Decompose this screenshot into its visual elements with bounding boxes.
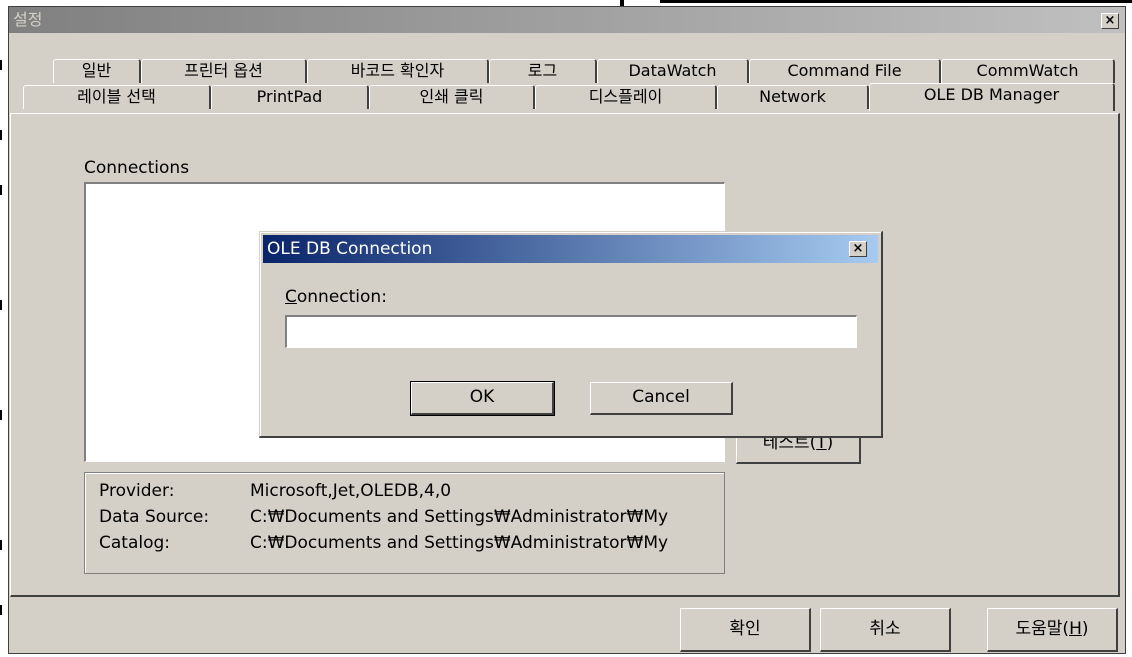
tab-label: Command File [787, 61, 902, 80]
tab-general[interactable]: 일반 [53, 59, 141, 83]
tab-label-select[interactable]: 레이블 선택 [23, 85, 211, 109]
tab-label: 디스플레이 [588, 87, 663, 106]
tab-label: 프린터 옵션 [184, 61, 263, 80]
tab-label: 인쇄 클릭 [419, 87, 484, 106]
label-text: onnection: [296, 287, 387, 307]
button-label-suffix: ) [1081, 619, 1089, 639]
provider-value: Microsoft,Jet,OLEDB,4,0 [250, 481, 452, 501]
connection-field-label: Connection: [285, 287, 387, 307]
edge-mark [0, 185, 2, 195]
connections-label: Connections [84, 158, 190, 178]
tab-print-click[interactable]: 인쇄 클릭 [369, 85, 535, 109]
connection-input[interactable] [285, 315, 857, 348]
provider-key: Provider: [99, 481, 175, 501]
tab-log[interactable]: 로그 [489, 59, 597, 83]
button-label: 확인 [729, 619, 761, 639]
tab-label: DataWatch [628, 61, 717, 80]
tab-label: 바코드 확인자 [350, 61, 445, 80]
tab-label: OLE DB Manager [923, 85, 1060, 104]
dialog-title-bar: OLE DB Connection [263, 235, 878, 263]
top-edge-line [660, 0, 1132, 3]
tab-printpad[interactable]: PrintPad [211, 85, 369, 109]
edge-mark [0, 410, 2, 420]
connection-info-box: Provider: Microsoft,Jet,OLEDB,4,0 Data S… [84, 472, 725, 574]
tab-label: PrintPad [256, 87, 323, 106]
help-button[interactable]: 도움말(H) [987, 608, 1118, 652]
mnemonic: H [1069, 619, 1082, 639]
edge-mark [0, 300, 2, 310]
mnemonic: C [285, 287, 297, 307]
ok-button[interactable]: 확인 [680, 608, 811, 652]
tab-commwatch[interactable]: CommWatch [941, 59, 1115, 83]
edge-mark [0, 130, 2, 140]
tab-display[interactable]: 디스플레이 [535, 85, 717, 109]
tab-network[interactable]: Network [717, 85, 869, 109]
cancel-button[interactable]: 취소 [820, 608, 951, 652]
tab-ole-db-manager[interactable]: OLE DB Manager [869, 83, 1115, 111]
dialog-title: OLE DB Connection [267, 239, 433, 259]
close-icon: × [1104, 13, 1116, 28]
tab-printer-options[interactable]: 프린터 옵션 [141, 59, 307, 83]
tab-barcode-verifier[interactable]: 바코드 확인자 [307, 59, 489, 83]
tab-command-file[interactable]: Command File [749, 59, 941, 83]
title-bar: 설정 [9, 7, 1125, 33]
button-label: Cancel [632, 387, 690, 407]
dialog-close-button[interactable]: × [849, 241, 867, 257]
button-label: OK [469, 387, 495, 407]
tab-label: Network [759, 87, 826, 106]
tab-label: 일반 [81, 61, 112, 80]
window-title: 설정 [13, 10, 43, 29]
ole-db-connection-dialog: OLE DB Connection × Connection: OK Cance… [259, 231, 883, 438]
close-icon: × [852, 241, 864, 256]
button-label: 취소 [869, 619, 901, 639]
edge-mark [0, 60, 2, 70]
tab-label: 레이블 선택 [77, 87, 156, 106]
edge-mark [0, 540, 2, 550]
data-source-key: Data Source: [99, 507, 210, 527]
window-close-button[interactable]: × [1101, 13, 1119, 29]
dialog-ok-button[interactable]: OK [410, 381, 555, 416]
button-label: 도움말( [1015, 619, 1070, 639]
catalog-value: C:₩Documents and Settings₩Administrator₩… [250, 533, 669, 553]
dialog-cancel-button[interactable]: Cancel [590, 382, 733, 415]
edge-mark [0, 605, 2, 615]
tab-datawatch[interactable]: DataWatch [597, 59, 749, 83]
catalog-key: Catalog: [99, 533, 171, 553]
tab-label: 로그 [527, 61, 558, 80]
tab-label: CommWatch [976, 61, 1079, 80]
data-source-value: C:₩Documents and Settings₩Administrator₩… [250, 507, 669, 527]
